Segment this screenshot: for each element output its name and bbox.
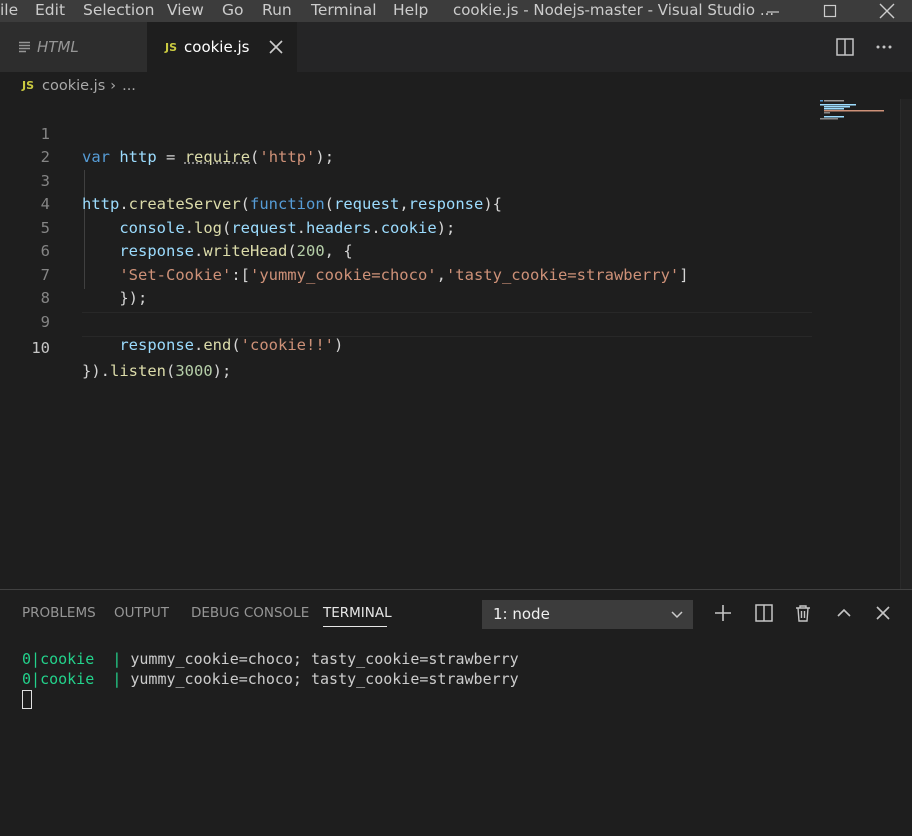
- code-line: 10 }).listen(3000);: [0, 313, 812, 381]
- process-name: cookie: [40, 650, 95, 668]
- menu-lines-icon: [19, 41, 30, 53]
- tab-terminal[interactable]: TERMINAL: [323, 590, 392, 636]
- minimap[interactable]: [818, 99, 900, 129]
- menu-file[interactable]: ile: [0, 0, 18, 22]
- code-line: 6 'Set-Cookie':['yummy_cookie=choco','ta…: [0, 217, 812, 284]
- split-terminal-icon: [755, 604, 773, 622]
- js-file-icon: JS: [22, 79, 35, 92]
- process-id: 0: [22, 670, 32, 688]
- split-editor-icon: [836, 38, 854, 56]
- terminal-select-value: 1: node: [493, 605, 550, 623]
- menu-selection[interactable]: Selection: [83, 0, 154, 22]
- menu-edit[interactable]: Edit: [35, 0, 65, 22]
- minimize-button[interactable]: [758, 0, 788, 22]
- tab-label: cookie.js: [184, 38, 250, 56]
- code-line: 7 });: [0, 240, 812, 308]
- breadcrumb-symbol[interactable]: ...: [122, 78, 136, 94]
- separator: |: [112, 670, 122, 688]
- line-number: 10: [31, 338, 50, 357]
- menu-go[interactable]: Go: [222, 0, 244, 22]
- terminal-select[interactable]: 1: node: [482, 600, 693, 629]
- separator: |: [31, 650, 41, 668]
- output-text: yummy_cookie=choco; tasty_cookie=strawbe…: [130, 650, 519, 668]
- breadcrumb-file[interactable]: cookie.js: [42, 78, 105, 94]
- maximize-button[interactable]: [815, 0, 845, 22]
- code-line: 5 response.writeHead(200, {: [0, 193, 812, 261]
- chevron-up-icon: [837, 608, 851, 617]
- new-terminal-button[interactable]: [710, 600, 736, 626]
- chevron-down-icon: [671, 611, 683, 619]
- menu-run[interactable]: Run: [262, 0, 292, 22]
- bottom-panel: PROBLEMS OUTPUT DEBUG CONSOLE TERMINAL 1…: [0, 589, 912, 836]
- ellipsis-icon: [876, 45, 892, 49]
- terminal-cursor[interactable]: [22, 690, 32, 709]
- separator: |: [31, 670, 41, 688]
- trash-icon: [796, 605, 810, 622]
- code-line: 4 console.log(request.headers.cookie);: [0, 170, 812, 237]
- tab-cookie-js[interactable]: JS cookie.js: [147, 22, 297, 72]
- breadcrumb: JS cookie.js › ...: [0, 72, 912, 99]
- code-line: 3 http.createServer(function(request,res…: [0, 146, 812, 214]
- kill-terminal-button[interactable]: [790, 600, 816, 626]
- close-icon: [876, 606, 890, 620]
- title-bar: ile Edit Selection View Go Run Terminal …: [0, 0, 912, 22]
- menu-view[interactable]: View: [167, 0, 204, 22]
- close-icon: [879, 3, 895, 19]
- close-window-button[interactable]: [872, 0, 902, 22]
- process-id: 0: [22, 650, 32, 668]
- code-line: 2: [0, 123, 812, 166]
- terminal-line: 0|cookie | yummy_cookie=choco; tasty_coo…: [22, 649, 519, 669]
- plus-icon: [715, 605, 731, 621]
- code-line: 8: [0, 264, 812, 307]
- maximize-panel-button[interactable]: [831, 600, 857, 626]
- split-editor-button[interactable]: [830, 22, 860, 72]
- split-terminal-button[interactable]: [751, 600, 777, 626]
- close-panel-button[interactable]: [870, 600, 896, 626]
- code-line: 1 var http = require('http');: [0, 99, 812, 167]
- tab-debug-console[interactable]: DEBUG CONSOLE: [191, 590, 309, 636]
- active-tab-indicator: [323, 626, 387, 627]
- code-editor[interactable]: 1 var http = require('http'); 2 3 http.c…: [0, 99, 912, 589]
- window-title: cookie.js - Nodejs-master - Visual Studi…: [453, 1, 775, 19]
- menu-help[interactable]: Help: [393, 0, 428, 22]
- tab-problems[interactable]: PROBLEMS: [22, 590, 96, 636]
- output-text: yummy_cookie=choco; tasty_cookie=strawbe…: [130, 670, 519, 688]
- editor-scrollbar[interactable]: [900, 99, 912, 589]
- minimize-icon: [767, 11, 779, 13]
- js-file-icon: JS: [165, 40, 178, 54]
- tab-label: HTML: [37, 38, 79, 56]
- panel-scrollbar[interactable]: [905, 590, 912, 836]
- terminal-line: 0|cookie | yummy_cookie=choco; tasty_coo…: [22, 669, 519, 689]
- code-line: 9 response.end('cookie!!'): [0, 287, 812, 355]
- tab-output[interactable]: OUTPUT: [114, 590, 169, 636]
- chevron-right-icon: ›: [110, 77, 117, 94]
- menu-terminal[interactable]: Terminal: [311, 0, 377, 22]
- maximize-icon: [823, 4, 837, 18]
- more-actions-button[interactable]: [869, 22, 899, 72]
- separator: |: [112, 650, 122, 668]
- close-tab-icon[interactable]: [269, 40, 283, 54]
- editor-tabs-bar: HTML JS cookie.js: [0, 22, 912, 72]
- process-name: cookie: [40, 670, 95, 688]
- tab-html[interactable]: HTML: [0, 22, 147, 72]
